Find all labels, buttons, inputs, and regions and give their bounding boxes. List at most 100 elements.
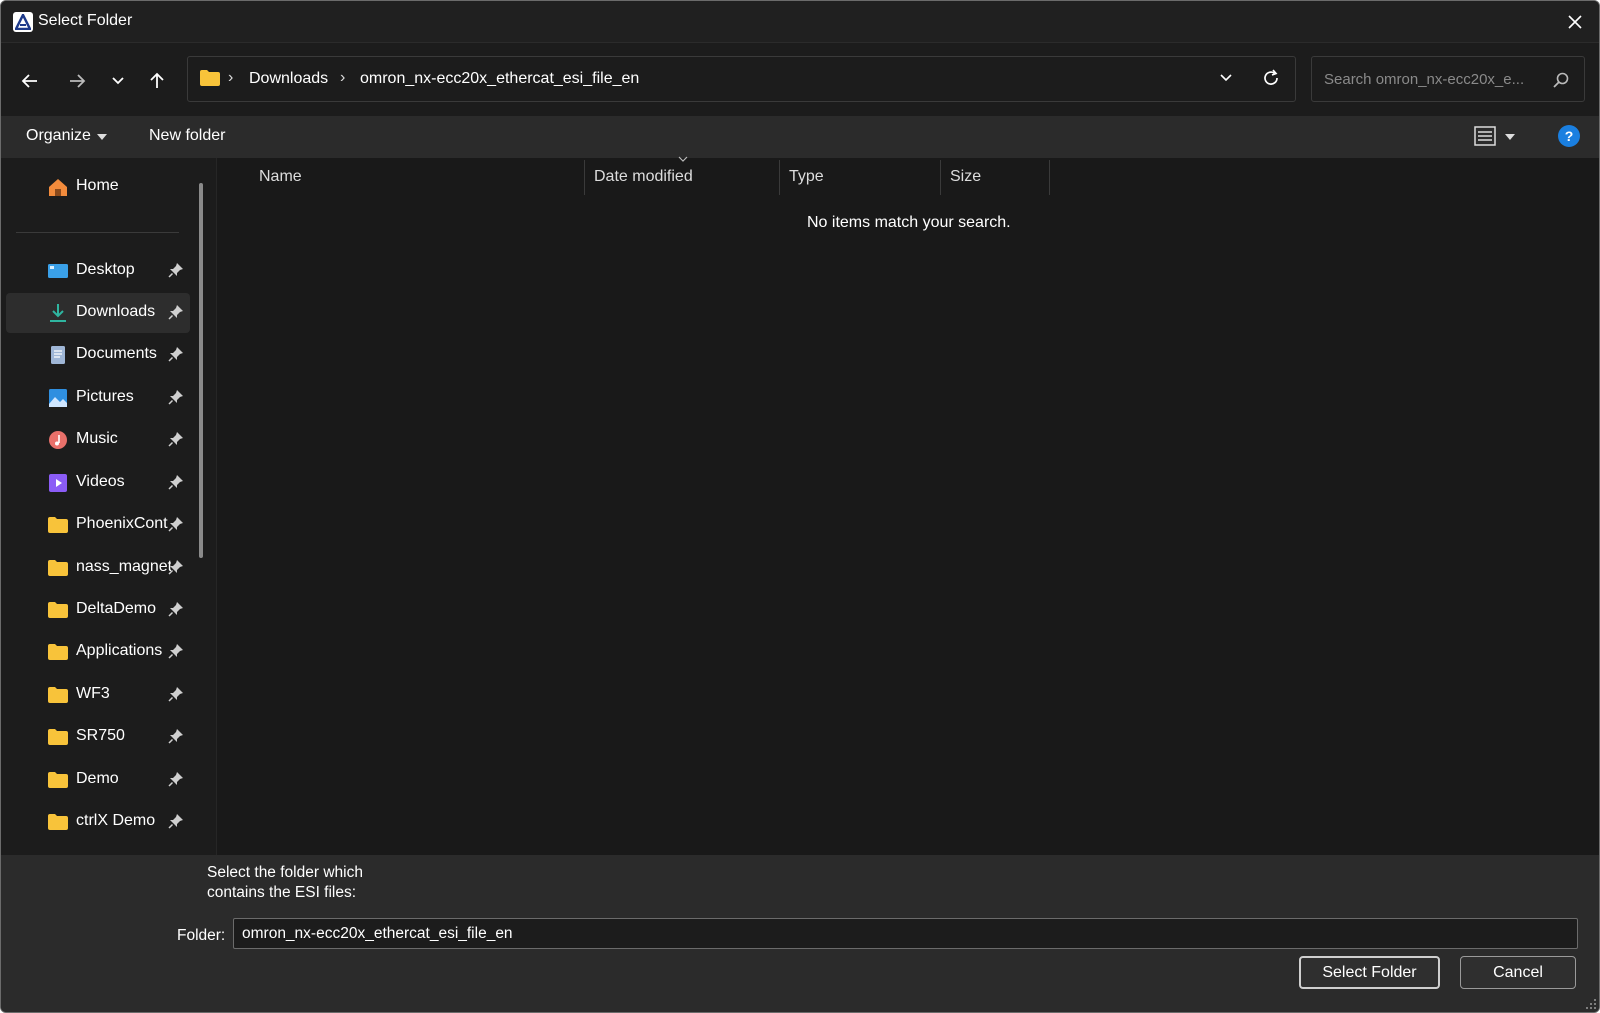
up-button[interactable]	[141, 65, 173, 97]
recent-locations-button[interactable]	[102, 65, 134, 97]
column-separator[interactable]	[779, 160, 780, 195]
search-box[interactable]: Search omron_nx-ecc20x_e...	[1311, 56, 1585, 102]
pin-icon	[168, 814, 183, 829]
pin-icon	[168, 347, 183, 362]
pictures-icon	[49, 389, 67, 407]
pin-icon	[168, 772, 183, 787]
folder-icon	[48, 560, 68, 576]
sidebar-item-label: SR750	[76, 727, 125, 744]
sidebar-item-label: Pictures	[76, 388, 134, 405]
column-header-size[interactable]: Size	[950, 168, 981, 186]
breadcrumb-downloads[interactable]: Downloads	[249, 70, 328, 88]
select-folder-button[interactable]: Select Folder	[1299, 956, 1440, 989]
pin-icon	[168, 263, 183, 278]
address-bar[interactable]: › Downloads › omron_nx-ecc20x_ethercat_e…	[187, 56, 1296, 102]
sidebar-item-demo[interactable]: Demo	[6, 760, 190, 800]
sidebar-item-label: Downloads	[76, 303, 156, 320]
videos-icon	[49, 474, 67, 492]
folder-icon	[48, 814, 68, 830]
folder-name-input[interactable]	[233, 918, 1578, 949]
instruction-line: Select the folder which	[207, 864, 363, 881]
dialog-footer: Select the folder which contains the ESI…	[1, 855, 1599, 1012]
arrow-right-icon	[70, 74, 86, 88]
desktop-icon	[48, 264, 68, 278]
sidebar-item-sr750[interactable]: SR750	[6, 717, 190, 757]
help-icon[interactable]: ?	[1558, 125, 1580, 147]
instruction-text: Select the folder which contains the ESI…	[207, 863, 363, 903]
view-options-button[interactable]	[1474, 125, 1520, 153]
breadcrumb-separator: ›	[228, 69, 234, 86]
sidebar-item-desktop[interactable]: Desktop	[6, 251, 190, 291]
sidebar-item-downloads[interactable]: Downloads	[6, 293, 190, 333]
pin-icon	[168, 729, 183, 744]
resize-grip-icon[interactable]	[1585, 998, 1597, 1010]
column-header-name[interactable]: Name	[259, 168, 302, 186]
sidebar-item-label: Applications	[76, 642, 163, 659]
cancel-button[interactable]: Cancel	[1460, 956, 1576, 989]
column-separator[interactable]	[940, 160, 941, 195]
close-button[interactable]	[1557, 5, 1593, 39]
music-icon	[49, 431, 67, 449]
back-button[interactable]	[14, 65, 46, 97]
instruction-line: contains the ESI files:	[207, 884, 357, 901]
sidebar-item-videos[interactable]: Videos	[6, 463, 190, 503]
pin-icon	[168, 517, 183, 532]
sidebar-item-documents[interactable]: Documents	[6, 335, 190, 375]
pin-icon	[168, 432, 183, 447]
arrow-left-icon	[21, 74, 37, 88]
folder-icon	[48, 517, 68, 533]
home-icon	[49, 179, 67, 196]
sidebar-item-applications[interactable]: Applications	[6, 632, 190, 672]
sidebar-scrollbar[interactable]	[199, 183, 203, 558]
command-bar: Organize New folder ?	[1, 116, 1599, 158]
pin-icon	[168, 560, 183, 575]
pin-icon	[168, 475, 183, 490]
pin-icon	[168, 602, 183, 617]
column-header-date-modified[interactable]: Date modified	[594, 168, 693, 186]
sidebar-divider	[16, 232, 179, 233]
empty-results-message: No items match your search.	[807, 214, 1011, 231]
app-logo-icon	[13, 12, 33, 32]
sidebar-item-phoenixcont[interactable]: PhoenixCont	[6, 505, 190, 545]
sort-caret-icon	[678, 156, 688, 162]
sidebar-item-pictures[interactable]: Pictures	[6, 378, 190, 418]
pin-icon	[168, 644, 183, 659]
breadcrumb-separator: ›	[340, 69, 346, 86]
pin-icon	[168, 687, 183, 702]
close-icon	[1568, 15, 1582, 29]
folder-icon	[48, 687, 68, 703]
sidebar-item-home[interactable]: Home	[6, 167, 190, 207]
forward-button[interactable]	[61, 65, 93, 97]
column-header-type[interactable]: Type	[789, 168, 824, 186]
column-separator[interactable]	[584, 160, 585, 195]
search-placeholder: Search omron_nx-ecc20x_e...	[1324, 71, 1525, 88]
sidebar-item-wf3[interactable]: WF3	[6, 675, 190, 715]
sidebar-item-music[interactable]: Music	[6, 420, 190, 460]
arrow-up-icon	[150, 72, 164, 88]
sidebar-item-ctrlx-demo[interactable]: ctrlX Demo	[6, 802, 190, 842]
sidebar-item-deltademo[interactable]: DeltaDemo	[6, 590, 190, 630]
column-separator[interactable]	[1049, 160, 1050, 195]
sidebar-item-label: Documents	[76, 345, 157, 362]
file-list-pane: Name Date modified Type Size No items ma…	[216, 156, 1599, 855]
sidebar-item-nass-magnet[interactable]: nass_magnet	[6, 548, 190, 588]
sidebar-item-label: Music	[76, 430, 118, 447]
new-folder-button[interactable]: New folder	[149, 127, 225, 145]
sidebar-item-label: WF3	[76, 685, 110, 702]
window-title: Select Folder	[38, 12, 133, 29]
refresh-icon[interactable]	[1261, 68, 1281, 88]
sidebar-item-label: Videos	[76, 473, 125, 490]
navigation-bar: › Downloads › omron_nx-ecc20x_ethercat_e…	[1, 43, 1599, 116]
sidebar-item-label: Home	[76, 177, 119, 194]
select-folder-dialog: Select Folder › Downloads › omron_nx-ecc…	[0, 0, 1600, 1013]
breadcrumb-current-folder[interactable]: omron_nx-ecc20x_ethercat_esi_file_en	[360, 70, 639, 88]
address-dropdown-icon[interactable]	[1219, 71, 1233, 85]
sidebar-item-label: Desktop	[76, 261, 135, 278]
sidebar-item-label: Demo	[76, 770, 119, 787]
list-view-icon	[1474, 126, 1515, 146]
sidebar-item-label: DeltaDemo	[76, 600, 157, 617]
organize-button[interactable]: Organize	[26, 127, 91, 145]
folder-icon	[48, 644, 68, 660]
folder-icon	[48, 729, 68, 745]
sidebar-item-label: PhoenixCont	[76, 515, 168, 532]
